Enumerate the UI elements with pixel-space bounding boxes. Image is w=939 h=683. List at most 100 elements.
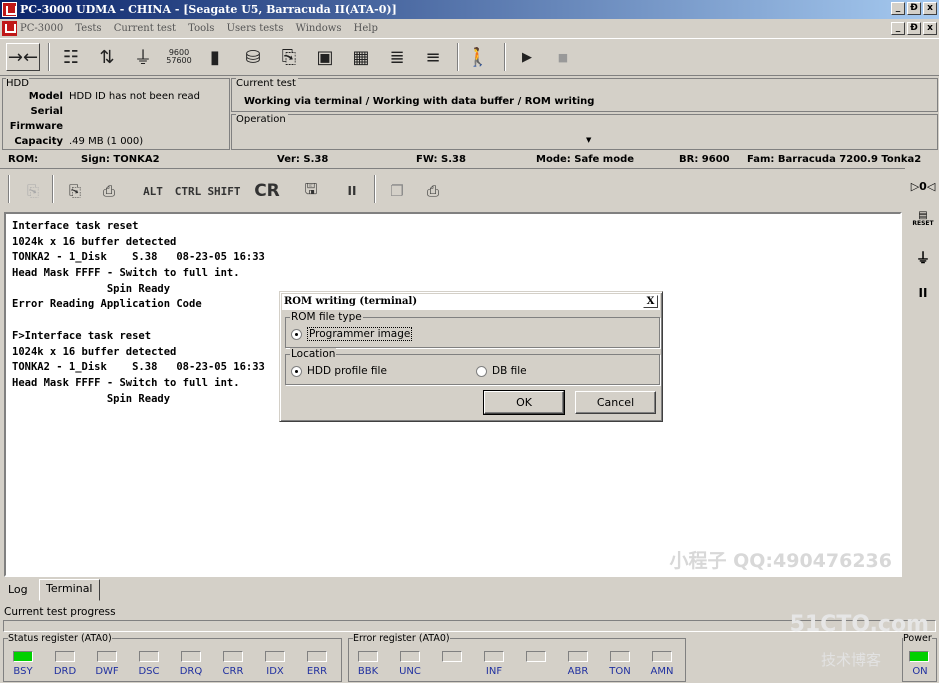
baud-rate-icon[interactable]: 9600 57600 [164,43,194,71]
terminal-line: Head Mask FFFF - Switch to full int. [12,376,240,389]
power-state: ON [912,666,928,677]
editor-icon[interactable]: ▣ [310,43,340,71]
app-icon[interactable] [2,2,17,17]
close-button[interactable]: x [923,2,937,15]
id-icon[interactable]: ☷ [56,43,86,71]
operation-panel: Operation ▼ [231,114,938,150]
rom-baud-rate: BR: 9600 [679,154,730,165]
terminal-line: Interface task reset [12,220,139,232]
exit-icon[interactable]: 🚶 [463,43,493,71]
mdi-close-button[interactable]: x [923,22,937,35]
rom-label: ROM: [8,154,39,165]
transfer-icon[interactable]: ⇅ [92,43,122,71]
ok-button[interactable]: OK [483,390,565,415]
save-log-icon[interactable]: ⎙ [96,179,122,203]
watermark-cn: 技术博客 [820,651,881,669]
toolbar-separator [457,43,459,71]
dialog-close-button[interactable]: X [643,295,658,308]
window-title: PC-3000 UDMA - CHINA - [Seagate U5, Barr… [20,3,397,16]
toolbar-separator [48,43,50,71]
location-legend: Location [290,348,337,360]
menu-current-test[interactable]: Current test [114,23,176,34]
status-register-legend: Status register (ATA0) [8,633,112,644]
terminal-line: TONKA2 - 1_Disk S.38 08-23-05 16:33 [12,361,265,374]
shift-button[interactable]: SHIFT [207,179,241,203]
menu-bar: PC-3000 Tests Current test Tools Users t… [0,19,939,38]
programmer-image-radio[interactable]: Programmer image [291,327,413,341]
reset-label: RESET [912,220,934,227]
copy-icon[interactable]: ❐ [384,179,410,203]
radio-unselected-icon [476,365,487,377]
cancel-button[interactable]: Cancel [575,391,656,414]
toolbar-separator [504,43,506,71]
defects-icon[interactable]: ≣ [382,43,412,71]
radio-selected-icon [291,365,302,377]
toolbar-separator [374,175,376,203]
error-register-led [442,651,462,662]
save-disk-icon[interactable]: 🖫 [298,179,324,203]
reset-button[interactable]: ▤ RESET [909,211,937,228]
mdi-minimize-button[interactable]: _ [891,22,905,35]
menu-help[interactable]: Help [354,23,378,34]
rom-info-bar: ROM: Sign: TONKA2 Ver: S.38 FW: S.38 Mod… [0,152,939,168]
dialog-title-bar[interactable]: ROM writing (terminal) X [282,294,660,310]
minimize-button[interactable]: _ [891,2,905,15]
print-icon[interactable]: ⎙ [420,179,446,203]
terminal-line: 1024k x 16 buffer detected [12,235,177,248]
list-icon[interactable]: ≡ [418,43,448,71]
grid-icon[interactable]: ▦ [346,43,376,71]
status-register-led [223,651,243,662]
restore-button[interactable]: Ɖ [907,2,921,15]
status-register-led [265,651,285,662]
power-legend: Power [903,633,932,644]
error-register-led [484,651,504,662]
ctrl-button[interactable]: CTRL [172,179,204,203]
power-toggle-icon[interactable]: ▷0◁ [909,180,937,193]
drive-icon[interactable]: ⛁ [238,43,268,71]
power-plug-icon[interactable]: ⏚ [909,248,937,268]
rom-mode: Mode: Safe mode [536,154,635,165]
status-register-led [97,651,117,662]
title-bar[interactable]: PC-3000 UDMA - CHINA - [Seagate U5, Barr… [0,0,939,19]
serial-label: Serial [30,106,63,117]
alt-button[interactable]: ALT [140,179,166,203]
error-register-legend: Error register (ATA0) [353,633,450,644]
pause-button[interactable]: II [340,179,364,203]
error-register-bit-label: AMN [650,666,674,677]
hdd-profile-file-radio[interactable]: HDD profile file [291,365,387,377]
mdi-restore-button[interactable]: Ɖ [907,22,921,35]
terminal-line: F>Interface task reset [12,329,152,342]
load-program-icon[interactable]: ⎘ [62,179,88,203]
rom-version: Ver: S.38 [277,154,329,165]
error-register-bit-label: TON [609,666,631,677]
error-register-led [652,651,672,662]
menu-users-tests[interactable]: Users tests [227,23,284,34]
menu-tools[interactable]: Tools [188,23,214,34]
operation-dropdown-arrow-icon[interactable]: ▼ [586,136,591,144]
play-icon[interactable]: ▶ [512,43,542,71]
status-register-bit-label: DWF [95,666,119,677]
load-file-icon[interactable]: ⎘ [18,179,48,203]
mdi-app-icon[interactable] [2,21,17,36]
error-register-led [568,651,588,662]
stop-icon[interactable]: ■ [548,43,578,71]
error-register-led [610,651,630,662]
status-register-bit-label: DSC [138,666,160,677]
operation-legend: Operation [236,114,288,125]
tab-terminal[interactable]: Terminal [39,579,100,601]
db-file-radio[interactable]: DB file [476,365,527,377]
chip-icon[interactable]: ▮ [200,43,230,71]
disk-save-icon[interactable]: ⎘ [274,43,304,71]
menu-pc3000[interactable]: PC-3000 [20,23,63,34]
capacity-value: .49 MB (1 000) [69,136,144,147]
menu-windows[interactable]: Windows [296,23,342,34]
power-plug-icon[interactable]: ⏚ [128,43,158,71]
side-pause-button[interactable]: II [909,286,937,300]
model-row: Model HDD ID has not been read [3,91,200,102]
cr-button[interactable]: CR [254,179,280,203]
connect-icon[interactable]: →← [6,43,40,71]
menu-tests[interactable]: Tests [75,23,101,34]
model-value: HDD ID has not been read [69,91,201,102]
tab-log[interactable]: Log [2,581,34,601]
